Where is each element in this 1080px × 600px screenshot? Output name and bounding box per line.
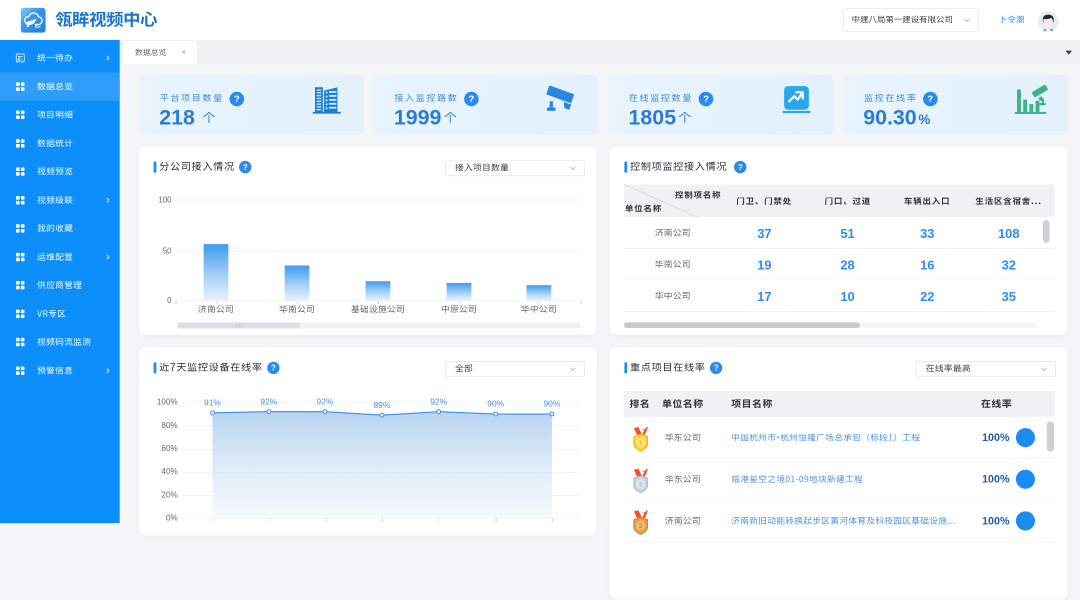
svg-text:1: 1 [639,440,643,447]
svg-text:3: 3 [639,523,643,530]
svg-text:2: 2 [639,482,643,489]
